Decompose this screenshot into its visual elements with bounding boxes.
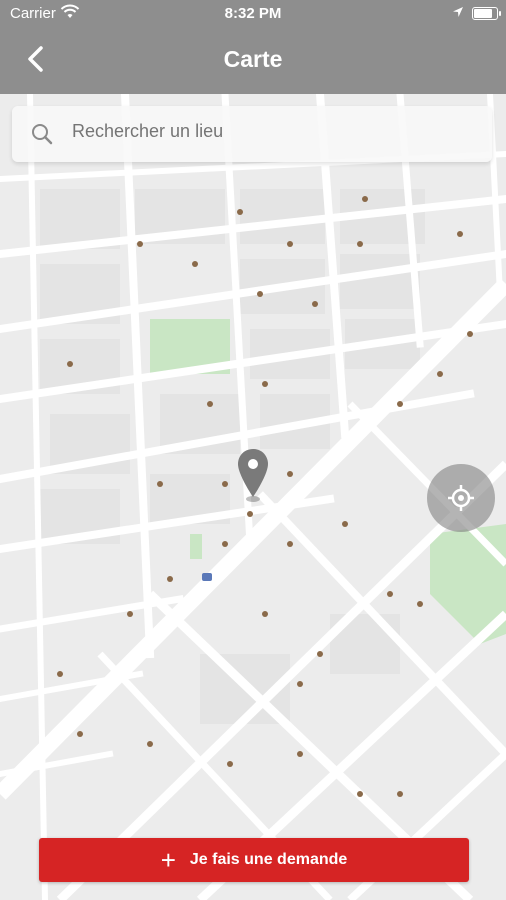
navigation-bar: Carte bbox=[0, 26, 506, 94]
metro-station-icon bbox=[202, 573, 212, 581]
request-button-label: Je fais une demande bbox=[189, 851, 348, 868]
search-icon bbox=[30, 122, 54, 146]
locate-me-button[interactable] bbox=[427, 464, 495, 532]
location-arrow-icon bbox=[452, 5, 464, 22]
request-button[interactable]: + Je fais une demande bbox=[39, 838, 469, 882]
search-bar[interactable] bbox=[12, 106, 492, 162]
target-location-icon bbox=[448, 485, 474, 511]
status-bar: Carrier 8:32 PM bbox=[0, 0, 506, 26]
map-pin-icon[interactable] bbox=[236, 447, 270, 503]
page-title: Carte bbox=[223, 46, 283, 72]
clock: 8:32 PM bbox=[224, 5, 282, 22]
plus-icon: + bbox=[160, 845, 176, 875]
battery-fill bbox=[474, 9, 492, 18]
battery-icon bbox=[472, 7, 501, 20]
search-input[interactable] bbox=[70, 120, 474, 143]
